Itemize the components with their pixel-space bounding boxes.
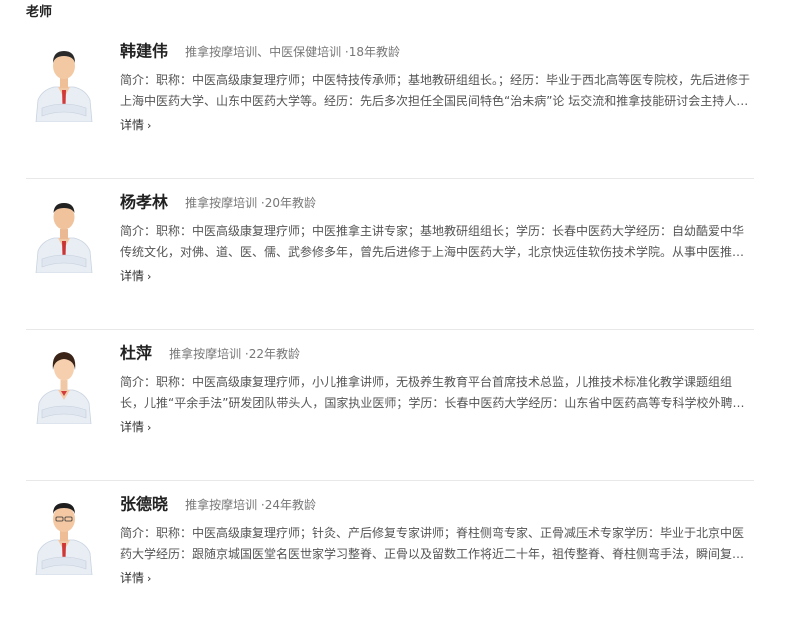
teacher-info: 张德晓 推拿按摩培训 ·24年教龄 简介：职称：中医高级康复理疗师；针灸、产后修… xyxy=(120,493,754,587)
teacher-list: 韩建伟 推拿按摩培训、中医保健培训 ·18年教龄 简介：职称：中医高级康复理疗师… xyxy=(26,28,754,631)
chevron-right-icon: › xyxy=(147,421,152,434)
teacher-bio: 简介：职称：中医高级康复理疗师；中医特技传承师；基地教研组组长。；经历：毕业于西… xyxy=(120,73,751,108)
teacher-meta: 推拿按摩培训、中医保健培训 ·18年教龄 xyxy=(185,44,401,59)
teacher-meta: 推拿按摩培训 ·22年教龄 xyxy=(169,346,301,361)
details-label: 详情 xyxy=(120,420,145,434)
teacher-name: 杨孝林 xyxy=(120,192,169,212)
details-link[interactable]: 详情 › xyxy=(120,117,151,134)
chevron-right-icon: › xyxy=(147,119,152,132)
teacher-card: 杜萍 推拿按摩培训 ·22年教龄 简介：职称：中医高级康复理疗师，小儿推拿讲师，… xyxy=(26,330,754,481)
teacher-info: 韩建伟 推拿按摩培训、中医保健培训 ·18年教龄 简介：职称：中医高级康复理疗师… xyxy=(120,40,754,134)
teacher-header: 杜萍 推拿按摩培训 ·22年教龄 xyxy=(120,342,754,364)
teacher-header: 杨孝林 推拿按摩培训 ·20年教龄 xyxy=(120,191,754,213)
teacher-card: 张德晓 推拿按摩培训 ·24年教龄 简介：职称：中医高级康复理疗师；针灸、产后修… xyxy=(26,481,754,631)
teacher-header: 韩建伟 推拿按摩培训、中医保健培训 ·18年教龄 xyxy=(120,40,754,62)
chevron-right-icon: › xyxy=(147,572,152,585)
details-link[interactable]: 详情 › xyxy=(120,268,151,285)
teacher-meta: 推拿按摩培训 ·24年教龄 xyxy=(185,497,317,512)
teacher-avatar xyxy=(32,340,96,424)
teacher-info: 杜萍 推拿按摩培训 ·22年教龄 简介：职称：中医高级康复理疗师，小儿推拿讲师，… xyxy=(120,342,754,436)
teacher-bio: 简介：职称：中医高级康复理疗师；中医推拿主讲专家；基地教研组组长；学历：长春中医… xyxy=(120,224,745,259)
details-link[interactable]: 详情 › xyxy=(120,570,151,587)
teacher-bio: 简介：职称：中医高级康复理疗师，小儿推拿讲师，无极养生教育平台首席技术总监，儿推… xyxy=(120,375,745,410)
teacher-avatar xyxy=(32,189,96,273)
teacher-card: 杨孝林 推拿按摩培训 ·20年教龄 简介：职称：中医高级康复理疗师；中医推拿主讲… xyxy=(26,179,754,330)
details-label: 详情 xyxy=(120,571,145,585)
teacher-avatar xyxy=(32,38,96,122)
teacher-meta: 推拿按摩培训 ·20年教龄 xyxy=(185,195,317,210)
details-label: 详情 xyxy=(120,118,145,132)
teacher-avatar xyxy=(32,491,96,575)
details-link[interactable]: 详情 › xyxy=(120,419,151,436)
teacher-header: 张德晓 推拿按摩培训 ·24年教龄 xyxy=(120,493,754,515)
teacher-name: 杜萍 xyxy=(120,343,153,363)
teacher-name: 韩建伟 xyxy=(120,41,169,61)
teacher-name: 张德晓 xyxy=(120,494,169,514)
teacher-bio: 简介：职称：中医高级康复理疗师；针灸、产后修复专家讲师；脊柱侧弯专家、正骨减压术… xyxy=(120,526,745,561)
teacher-card: 韩建伟 推拿按摩培训、中医保健培训 ·18年教龄 简介：职称：中医高级康复理疗师… xyxy=(26,28,754,179)
details-label: 详情 xyxy=(120,269,145,283)
chevron-right-icon: › xyxy=(147,270,152,283)
section-title: 老师 xyxy=(26,5,53,20)
teacher-info: 杨孝林 推拿按摩培训 ·20年教龄 简介：职称：中医高级康复理疗师；中医推拿主讲… xyxy=(120,191,754,285)
